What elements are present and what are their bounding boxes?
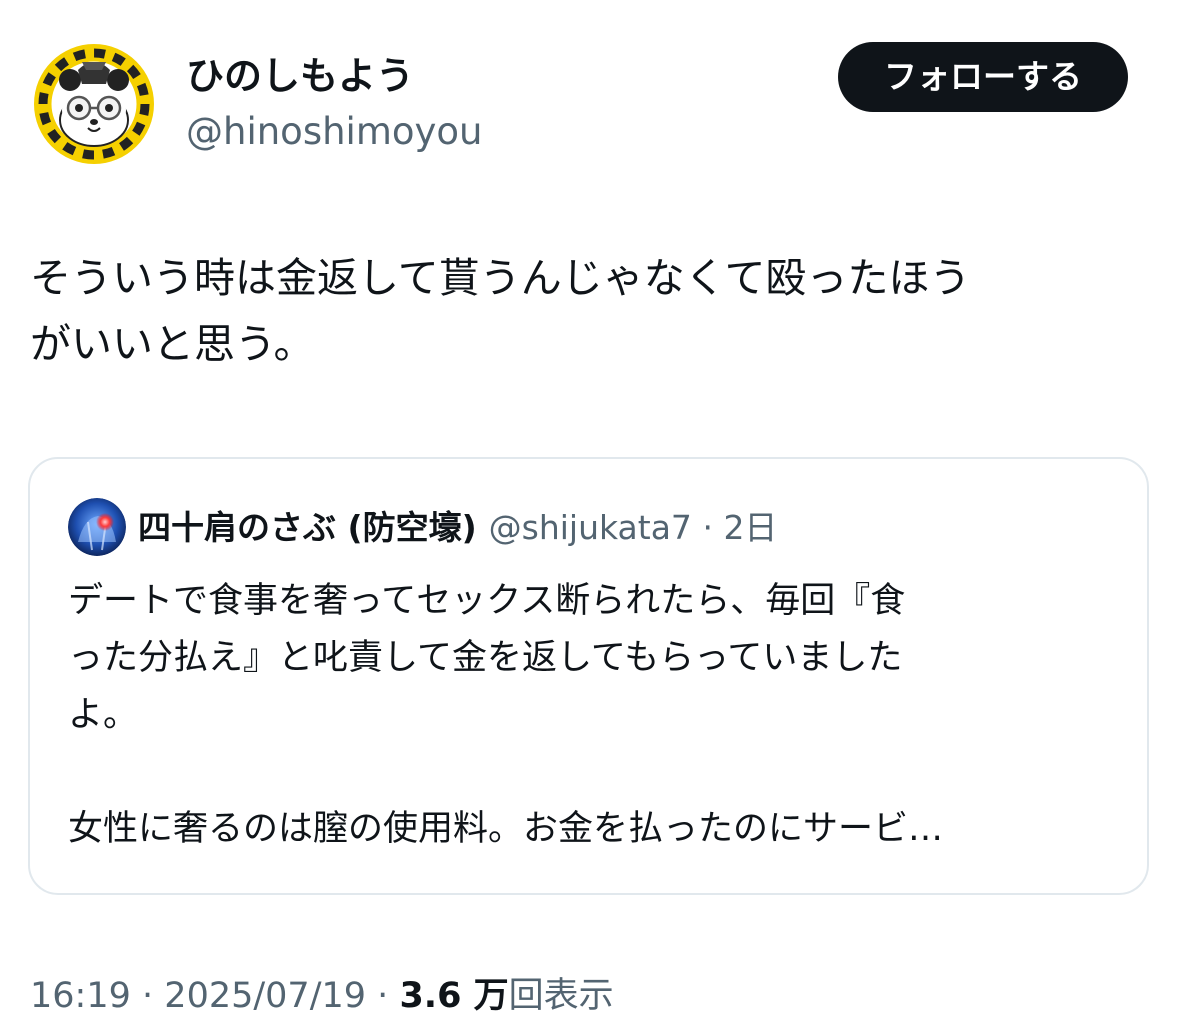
quoted-text-line: よ。 [68,695,139,735]
tweet-date[interactable]: 2025/07/19 [164,976,366,1016]
views-label: 回表示 [508,976,614,1016]
quoted-author-display-name[interactable]: 四十肩のさぶ (防空壕) [138,508,477,547]
tweet-text-line: そういう時は金返して貰うんじゃなくて殴ったほう [30,254,971,302]
quoted-tweet-text: デートで食事を奢ってセックス断られたら、毎回『食 った分払え』と叱責して金を返し… [68,573,1128,858]
meta-separator: · [142,976,154,1016]
tweet-text: そういう時は金返して貰うんじゃなくて殴ったほう がいいと思う。 [30,245,1140,377]
quoted-tweet-card[interactable]: 四十肩のさぶ (防空壕) @shijukata7 · 2日 デートで食事を奢ってセ… [28,457,1149,895]
shoulder-xray-avatar-icon [68,498,126,556]
author-handle[interactable]: @hinoshimoyou [186,108,483,156]
follow-button[interactable]: フォローする [838,42,1128,112]
tweet-time[interactable]: 16:19 [30,976,131,1016]
quoted-separator: · [702,508,713,547]
views-count: 3.6 万 [399,976,509,1016]
quoted-author-handle[interactable]: @shijukata7 [489,508,692,547]
quoted-text-line: った分払え』と叱責して金を返してもらっていました [68,638,903,678]
quoted-text-blank-line [68,744,1128,801]
quoted-timestamp[interactable]: 2日 [723,508,777,547]
author-display-name[interactable]: ひのしもよう [186,52,414,100]
tweet-meta: 16:19 · 2025/07/19 · 3.6 万回表示 [30,968,614,1024]
panda-glasses-avatar-icon [30,40,158,168]
tweet-text-line: がいいと思う。 [30,320,315,368]
quoted-text-line: デートで食事を奢ってセックス断られたら、毎回『食 [68,581,906,621]
quoted-tweet-header: 四十肩のさぶ (防空壕) @shijukata7 · 2日 [138,501,777,555]
meta-separator: · [377,976,389,1016]
quoted-text-line: 女性に奢るのは膣の使用料。お金を払ったのにサービ… [68,809,944,849]
quoted-author-avatar[interactable] [68,498,126,556]
author-avatar[interactable] [30,40,158,168]
